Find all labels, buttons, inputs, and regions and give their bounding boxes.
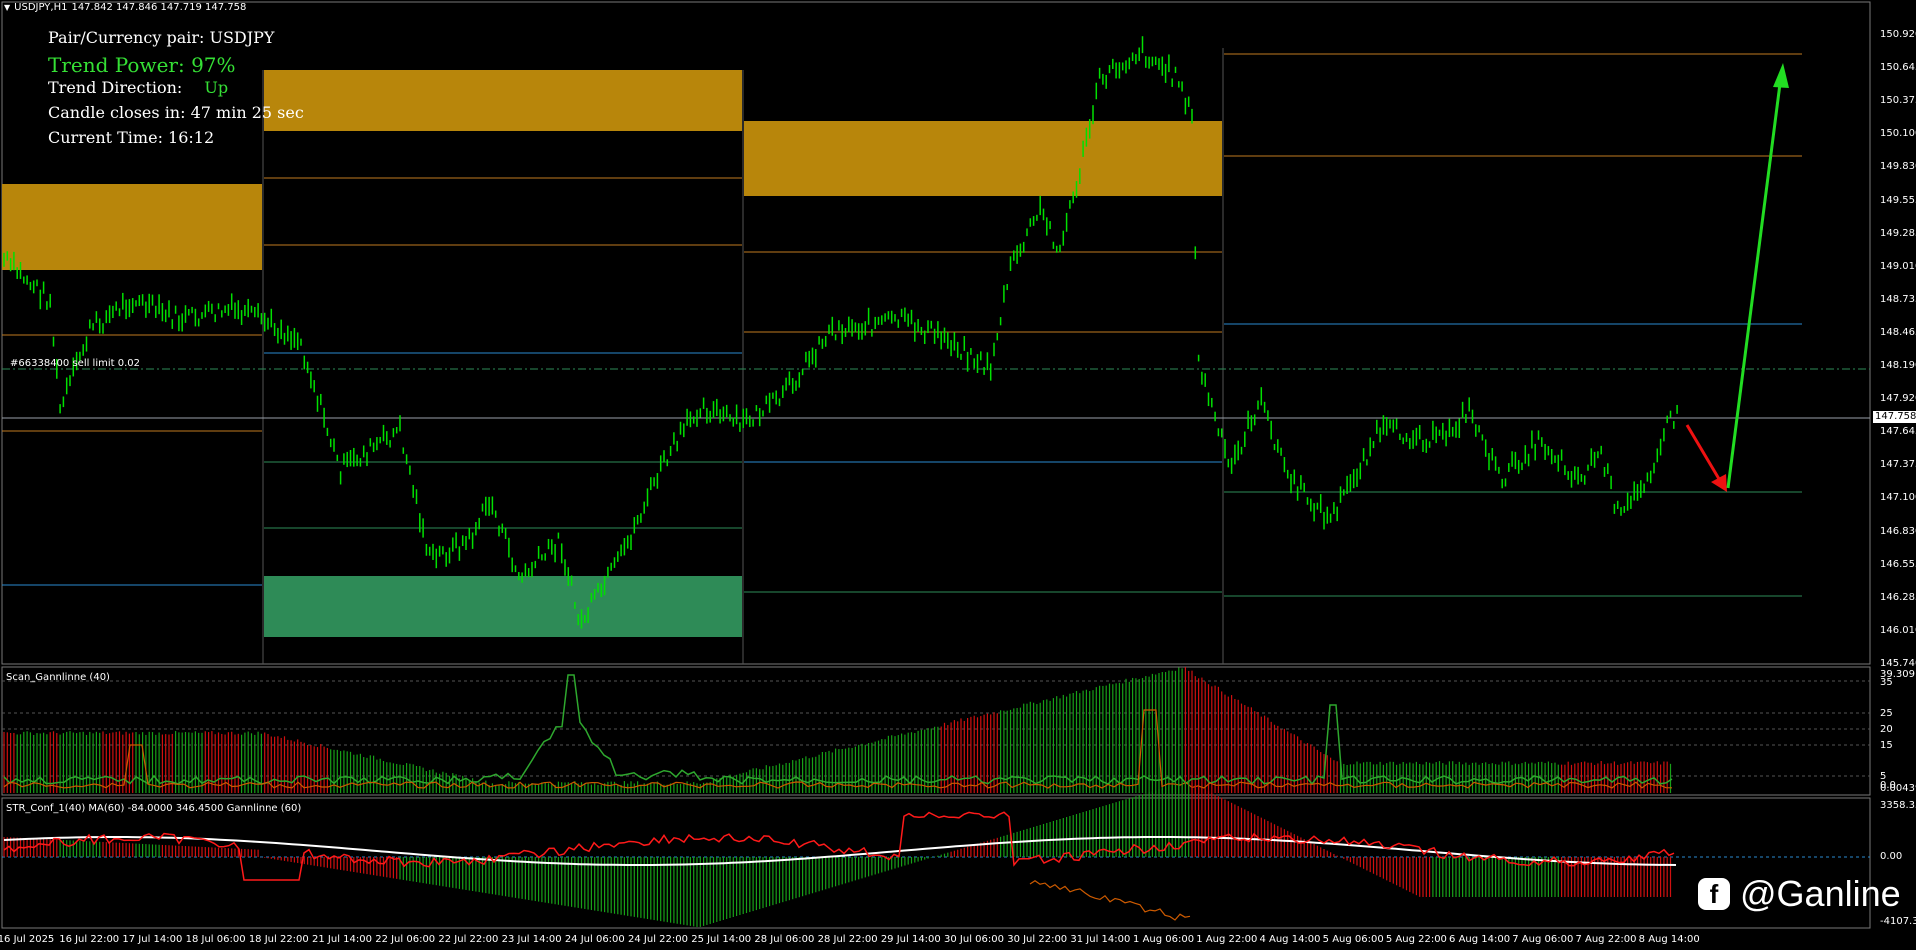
time-axis-label: 31 Jul 14:00 [1070,934,1131,945]
price-axis-label: 147.100 [1880,492,1916,504]
time-axis-label: 28 Jul 22:00 [817,934,878,945]
sub2-orange-line [1029,879,1191,921]
current-price-tag: 147.758 [1873,411,1916,423]
supply-zone-3[interactable] [744,121,1222,196]
price-axis-label: 148.465 [1880,326,1916,338]
price-axis-label: 145.740 [1880,657,1916,669]
price-axis-label: 150.920 [1880,29,1916,40]
supply-zone-2[interactable] [264,70,742,131]
price-axis-label: 146.830 [1880,525,1916,537]
time-axis-label: 23 Jul 14:00 [501,934,562,945]
ohlc-label: 147.842 147.846 147.719 147.758 [71,2,247,13]
time-axis-label: 28 Jul 06:00 [754,934,815,945]
sub2-title: STR_Conf_1(40) MA(60) -84.0000 346.4500 … [6,803,302,814]
time-axis-label: 1 Aug 06:00 [1133,934,1195,945]
price-axis-label: 149.830 [1880,161,1916,173]
facebook-icon: f [1698,878,1730,910]
supply-zone-1[interactable] [2,184,262,270]
time-axis-label: 17 Jul 14:00 [122,934,183,945]
time-axis-label: 21 Jul 14:00 [312,934,372,945]
trend-direction-label: Trend Direction: [48,78,183,97]
time-axis-label: 22 Jul 22:00 [438,934,499,945]
time-axis-label: 25 Jul 14:00 [691,934,752,945]
time-axis-label: 18 Jul 06:00 [185,934,246,945]
order-label[interactable]: #66338400 sell limit 0.02 [10,358,140,369]
sub1-axis-label: 0.00439 [1880,783,1916,794]
price-axis-label: 148.735 [1880,293,1916,305]
price-axis-label: 150.375 [1880,95,1916,107]
time-axis-label: 22 Jul 06:00 [375,934,436,945]
sub2-axis-label: 3358.35 [1880,800,1916,811]
time-axis-label: 30 Jul 06:00 [944,934,1004,945]
sub1-panel-border [1,666,1871,796]
price-axis-label: 146.555 [1880,558,1916,570]
price-axis-label: 149.555 [1880,194,1916,206]
collapse-triangle-icon[interactable]: ▼ [4,3,10,12]
sub1-histogram [3,667,1672,793]
time-axis-label: 24 Jul 22:00 [628,934,688,945]
brand-watermark: f @Ganline [1698,873,1901,915]
sub2-axis-label: -4107.35 [1880,916,1916,927]
candle-countdown-label: Candle closes in: 47 min 25 sec [48,103,304,122]
time-axis-label: 7 Aug 22:00 [1575,934,1637,945]
brand-handle: @Ganline [1740,873,1901,914]
symbol-label: USDJPY,H1 [14,2,68,13]
pair-label: Pair/Currency pair: USDJPY [48,28,275,47]
trend-direction-value: Up [204,78,229,97]
current-time-label: Current Time: 16:12 [48,128,215,147]
sub1-axis-label: 25 [1880,708,1893,719]
time-axis-label: 30 Jul 22:00 [1007,934,1068,945]
time-axis-label: 16 Jul 2025 [0,934,55,945]
sub1-axis-label: 15 [1880,740,1893,751]
time-axis-label: 1 Aug 22:00 [1196,934,1258,945]
price-axis-label: 150.100 [1880,128,1916,140]
time-axis-label: 16 Jul 22:00 [59,934,120,945]
price-axis-label: 147.375 [1880,459,1916,471]
sub1-axis-label: 35 [1880,677,1893,688]
price-axis-label: 147.920 [1880,393,1916,405]
price-axis-label: 150.645 [1880,62,1916,74]
time-axis-label: 5 Aug 06:00 [1322,934,1384,945]
price-axis-label: 149.285 [1880,227,1916,239]
sub1-axis-label: 20 [1880,724,1893,735]
sub1-title: Scan_Gannlinne (40) [6,672,110,683]
sub1-levels [2,680,1870,777]
price-axis-label: 149.010 [1880,260,1916,272]
chart-header: ▼ USDJPY,H1 147.842 147.846 147.719 147.… [4,2,246,13]
price-axis-label: 147.645 [1880,426,1916,438]
trend-direction-row: Trend Direction: Up [48,78,228,97]
time-axis-label: 8 Aug 14:00 [1638,934,1700,945]
price-axis-label: 146.010 [1880,624,1916,636]
time-axis-label: 29 Jul 14:00 [880,934,941,945]
price-axis-label: 148.190 [1880,360,1916,371]
time-axis-label: 4 Aug 14:00 [1259,934,1321,945]
sub2-axis-label: 0.00 [1880,851,1903,862]
trend-power-label: Trend Power: 97% [48,53,236,77]
forecast-down-arrow [1685,424,1727,492]
demand-zone-1[interactable] [264,576,742,637]
price-axis-label: 146.285 [1880,591,1916,603]
time-axis-label: 24 Jul 06:00 [564,934,625,945]
time-axis-label: 18 Jul 22:00 [248,934,309,945]
forecast-up-arrow [1726,63,1789,489]
time-axis-label: 5 Aug 22:00 [1385,934,1447,945]
time-axis-label: 7 Aug 06:00 [1512,934,1574,945]
time-axis-label: 6 Aug 14:00 [1449,934,1511,945]
